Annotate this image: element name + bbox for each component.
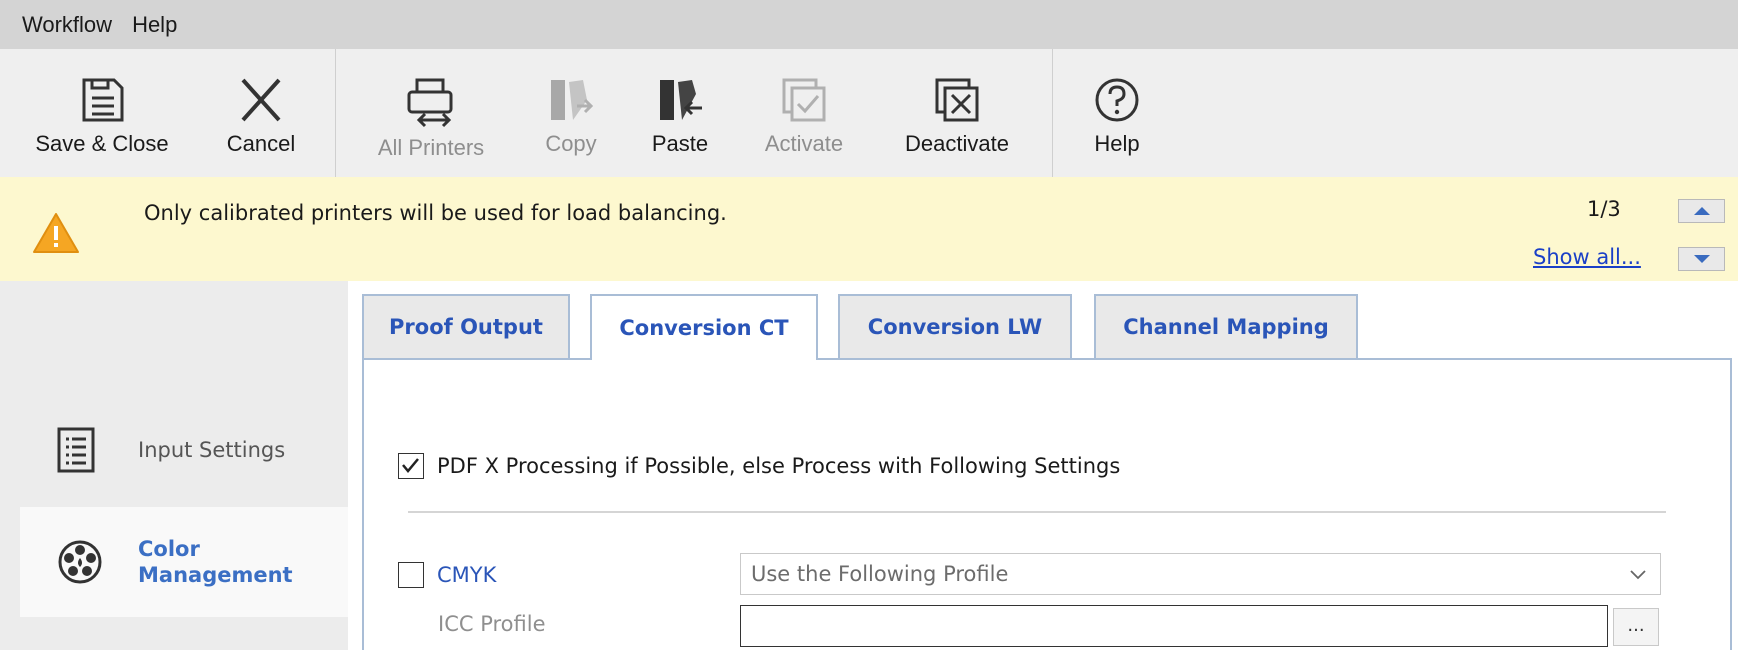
copy-label: Copy [545,131,597,156]
nav-label-color-management: Color Management [138,536,293,588]
cancel-label: Cancel [226,131,296,156]
activate-label: Activate [764,131,844,156]
warning-icon [33,213,79,253]
notification-bar: Only calibrated printers will be used fo… [0,177,1738,281]
all-printers-button[interactable]: All Printers [370,49,492,177]
help-icon [1095,78,1139,122]
all-printers-label: All Printers [377,135,485,160]
nav-label-input-settings: Input Settings [138,438,286,462]
notification-prev-button[interactable] [1678,199,1725,223]
save-close-label: Save & Close [35,131,169,156]
toolbar-separator [335,49,336,177]
nav-item-color-management[interactable]: Color Management [20,507,348,617]
nav-item-input-settings[interactable]: Input Settings [20,395,348,505]
nav-label-line: Management [138,563,293,587]
activate-button[interactable]: Activate [758,49,850,177]
menu-help[interactable]: Help [122,12,187,38]
save-close-button[interactable]: Save & Close [30,49,174,177]
close-icon [241,78,281,122]
tab-conversion-lw[interactable]: Conversion LW [838,294,1072,358]
help-label: Help [1094,131,1140,156]
deactivate-button[interactable]: Deactivate [898,49,1016,177]
chevron-down-icon [1630,570,1646,580]
cmyk-checkbox[interactable] [398,562,424,588]
pdfx-checkbox[interactable] [398,453,424,479]
toolbar-separator [1052,49,1053,177]
deactivate-label: Deactivate [905,131,1009,156]
save-icon [82,78,124,122]
toolbar: Save & Close Cancel All Printers Copy Pa… [0,49,1738,177]
cancel-button[interactable]: Cancel [216,49,306,177]
checkmark-icon [402,458,419,473]
paste-label: Paste [651,131,709,156]
notification-counter: 1/3 [1587,197,1621,221]
copy-button[interactable]: Copy [538,49,604,177]
menu-bar: Workflow Help [0,0,1738,49]
notification-next-button[interactable] [1678,247,1725,271]
color-management-icon [58,540,102,584]
divider [408,511,1666,513]
paste-button[interactable]: Paste [648,49,712,177]
browse-button[interactable]: ... [1613,608,1659,646]
activate-icon [782,78,826,122]
icc-profile-field[interactable] [740,605,1608,647]
deactivate-icon [935,78,979,122]
show-all-link[interactable]: Show all... [1533,245,1641,269]
left-nav: Input Settings Color Management [0,281,348,650]
menu-workflow[interactable]: Workflow [12,12,122,38]
printers-icon [407,78,453,128]
paste-icon [660,80,702,120]
settings-panel: Proof Output Conversion CT Conversion LW… [348,281,1738,650]
profile-select-value: Use the Following Profile [751,562,1009,586]
copy-icon [551,80,594,120]
tab-conversion-ct[interactable]: Conversion CT [590,294,818,360]
nav-label-line: Color [138,537,200,561]
pdfx-label[interactable]: PDF X Processing if Possible, else Proce… [437,454,1120,478]
icc-profile-label: ICC Profile [438,612,546,636]
notification-message: Only calibrated printers will be used fo… [144,201,727,225]
triangle-up-icon [1693,207,1710,215]
triangle-down-icon [1693,255,1710,263]
profile-select[interactable]: Use the Following Profile [740,553,1661,595]
help-button[interactable]: Help [1088,49,1146,177]
tab-proof-output[interactable]: Proof Output [362,294,570,358]
cmyk-label[interactable]: CMYK [437,563,496,587]
tab-channel-mapping[interactable]: Channel Mapping [1094,294,1358,358]
list-icon [57,427,95,473]
